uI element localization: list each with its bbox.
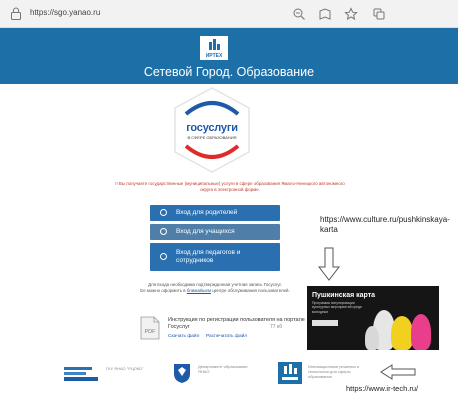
zoom-icon[interactable] — [292, 7, 306, 21]
promo-subtitle: Программа популяризации культурных мероп… — [312, 301, 362, 314]
promo-button[interactable] — [312, 320, 338, 326]
circle-icon — [160, 253, 167, 260]
irtech-logo[interactable] — [278, 362, 302, 384]
login-students-button[interactable]: Вход для учащихся — [150, 224, 280, 240]
login-staff-button[interactable]: Вход для педагогов и сотрудников — [150, 243, 280, 271]
yanao-crest-icon[interactable] — [172, 362, 192, 384]
irtech-url-annotation: https://www.ir-tech.ru/ — [346, 384, 419, 393]
gosuslugi-badge[interactable]: госуслуги В СФЕРЕ ОБРАЗОВАНИЯ — [172, 86, 252, 174]
figure-pink — [411, 314, 431, 350]
pdf-file-icon[interactable]: PDF — [140, 316, 160, 340]
page-title: Сетевой Город. Образование — [143, 65, 315, 79]
arrow-left-icon — [380, 364, 416, 380]
instruction-title: Инструкция по регистрации пользователя н… — [168, 317, 305, 330]
download-link[interactable]: Скачать файл — [168, 334, 199, 339]
badge-subtitle: В СФЕРЕ ОБРАЗОВАНИЯ — [187, 135, 237, 140]
partner-irtech-name: Инновационные решения и технологии для с… — [308, 364, 360, 379]
partner-department-name: Департамент образования ЯНАО — [198, 364, 248, 374]
badge-title: госуслуги — [186, 122, 238, 134]
reader-icon[interactable] — [318, 7, 332, 21]
instruction-size: 77 кб — [270, 324, 283, 330]
irtech-logo[interactable]: ИРТЕХ — [200, 36, 228, 60]
figure-grey — [365, 326, 379, 350]
partner-rcoko-name: ГКУ ЯНАО "РЦОКО" — [106, 366, 144, 371]
account-note-line2: Ее можно оформить в ближайшем центре обс… — [100, 288, 330, 294]
print-link[interactable]: Распечатать файл — [206, 334, 247, 339]
collections-icon[interactable] — [372, 7, 386, 21]
login-students-label: Вход для учащихся — [176, 228, 235, 235]
figure-yellow — [391, 316, 413, 350]
account-note-after: центре обслуживания пользователей. — [212, 288, 290, 293]
promo-title: Пушкинская карта — [312, 292, 376, 299]
circle-icon — [160, 228, 167, 235]
account-note-before: Ее можно оформить в — [140, 288, 186, 293]
favorites-icon[interactable] — [344, 7, 358, 21]
rcoko-logo[interactable] — [62, 364, 102, 384]
arrow-down-icon — [318, 247, 340, 281]
services-notice: !! Вы получаете государственные (муницип… — [115, 181, 345, 192]
browser-toolbar: https://sgo.yanao.ru — [0, 0, 458, 28]
pdf-icon-label: PDF — [145, 329, 157, 335]
circle-icon — [160, 209, 167, 216]
login-parents-button[interactable]: Вход для родителей — [150, 205, 280, 221]
header-logo-text: ИРТЕХ — [206, 53, 223, 59]
site-header: ИРТЕХ Сетевой Город. Образование — [0, 28, 458, 84]
login-staff-label: Вход для педагогов и сотрудников — [176, 249, 241, 264]
culture-url-annotation: https://www.culture.ru/pushkinskaya-kart… — [320, 215, 450, 234]
account-note: Для входа необходима подтвержденная учет… — [100, 282, 330, 294]
lock-icon[interactable] — [10, 7, 22, 20]
url-text[interactable]: https://sgo.yanao.ru — [30, 8, 100, 17]
login-parents-label: Вход для родителей — [176, 209, 238, 216]
nearest-center-link[interactable]: ближайшем — [187, 288, 211, 293]
pushkin-card-banner[interactable]: Пушкинская карта Программа популяризации… — [307, 286, 439, 350]
